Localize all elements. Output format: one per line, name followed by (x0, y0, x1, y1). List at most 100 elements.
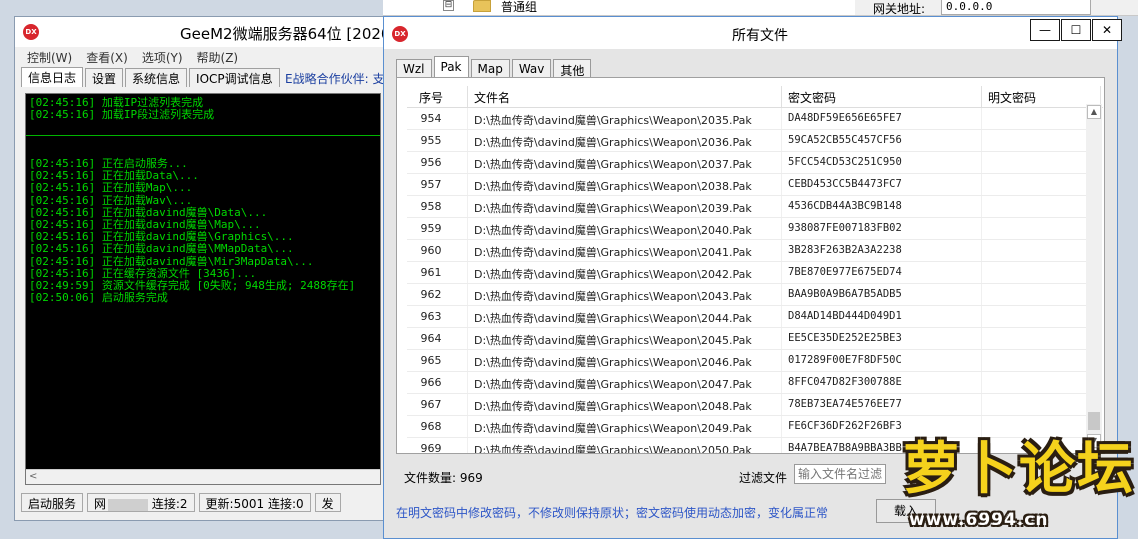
tree-expander-icon[interactable]: ⊟ (443, 0, 454, 11)
cell-plain-password[interactable] (982, 284, 1101, 305)
log-console[interactable]: [02:45:16] 加载IP过滤列表完成 [02:45:16] 加载IP段过滤列… (25, 93, 381, 485)
tab-map[interactable]: Map (470, 59, 510, 78)
cell-index: 957 (407, 174, 468, 195)
table-row[interactable]: 955 D:\热血传奇\davind魔兽\Graphics\Weapon\2036… (407, 130, 1101, 152)
maximize-button[interactable]: ☐ (1061, 19, 1091, 41)
tab-pak[interactable]: Pak (433, 56, 469, 78)
tab-system-info[interactable]: 系统信息 (125, 68, 188, 87)
console-horizontal-scrollbar[interactable]: < (26, 469, 380, 484)
cell-plain-password[interactable] (982, 108, 1101, 129)
menu-control[interactable]: 控制(W) (27, 49, 72, 66)
column-header-plain-password[interactable]: 明文密码 (982, 86, 1101, 107)
server-tabs: 信息日志 设置 系统信息 IOCP调试信息 E战略合作伙伴: 支 (15, 67, 385, 87)
cell-cipher-password: FE6CF36DF262F26BF3 (782, 416, 982, 437)
cell-filename: D:\热血传奇\davind魔兽\Graphics\Weapon\2042.Pa… (468, 262, 782, 283)
table-row[interactable]: 967 D:\热血传奇\davind魔兽\Graphics\Weapon\2048… (407, 394, 1101, 416)
cell-plain-password[interactable] (982, 196, 1101, 217)
table-vertical-scrollbar[interactable]: ▲ ▼ (1086, 104, 1102, 449)
cell-cipher-password: BAA9B0A9B6A7B5ADB5 (782, 284, 982, 305)
cell-index: 964 (407, 328, 468, 349)
background-explorer-tree: ⊟ 普通组 (383, 0, 883, 16)
filter-input[interactable] (794, 464, 886, 484)
column-header-index[interactable]: 序号 (407, 86, 468, 107)
cell-plain-password[interactable] (982, 328, 1101, 349)
gateway-status-prefix: 网 (94, 497, 107, 511)
cell-plain-password[interactable] (982, 372, 1101, 393)
partner-ad-link[interactable]: E战略合作伙伴: 支 (285, 70, 384, 87)
cell-plain-password[interactable] (982, 416, 1101, 437)
table-row[interactable]: 958 D:\热血传奇\davind魔兽\Graphics\Weapon\2039… (407, 196, 1101, 218)
table-row[interactable]: 965 D:\热血传奇\davind魔兽\Graphics\Weapon\2046… (407, 350, 1101, 372)
connection-count: 连接:2 (151, 497, 188, 511)
table-row[interactable]: 966 D:\热血传奇\davind魔兽\Graphics\Weapon\2047… (407, 372, 1101, 394)
cell-filename: D:\热血传奇\davind魔兽\Graphics\Weapon\2048.Pa… (468, 394, 782, 415)
cell-plain-password[interactable] (982, 240, 1101, 261)
table-row[interactable]: 963 D:\热血传奇\davind魔兽\Graphics\Weapon\2044… (407, 306, 1101, 328)
cell-index: 965 (407, 350, 468, 371)
password-hint-text: 在明文密码中修改密码，不修改则保持原状；密文密码使用动态加密，变化属正常 (396, 506, 829, 520)
table-row[interactable]: 960 D:\热血传奇\davind魔兽\Graphics\Weapon\2041… (407, 240, 1101, 262)
cell-plain-password[interactable] (982, 262, 1101, 283)
cell-filename: D:\热血传奇\davind魔兽\Graphics\Weapon\2038.Pa… (468, 174, 782, 195)
start-service-status[interactable]: 启动服务 (21, 493, 84, 512)
cell-plain-password[interactable] (982, 306, 1101, 327)
log-lines: [02:45:16] 加载IP过滤列表完成 [02:45:16] 加载IP段过滤列… (29, 96, 380, 304)
log-line: [02:45:16] 正在加载Wav\... (29, 193, 193, 207)
cell-plain-password[interactable] (982, 174, 1101, 195)
file-type-tabs: Wzl Pak Map Wav 其他 (396, 56, 592, 78)
gateway-address-field[interactable]: 0.0.0.0 (941, 0, 1091, 15)
scroll-left-icon[interactable]: < (29, 471, 37, 482)
table-row[interactable]: 957 D:\热血传奇\davind魔兽\Graphics\Weapon\2038… (407, 174, 1101, 196)
server-titlebar[interactable]: DX GeeM2微端服务器64位 [2020 (15, 17, 385, 47)
extra-status: 发 (314, 493, 341, 512)
cell-filename: D:\热血传奇\davind魔兽\Graphics\Weapon\2044.Pa… (468, 306, 782, 327)
menu-help[interactable]: 帮助(Z) (197, 49, 239, 66)
cell-plain-password[interactable] (982, 130, 1101, 151)
tab-wav[interactable]: Wav (511, 59, 552, 78)
table-row[interactable]: 956 D:\热血传奇\davind魔兽\Graphics\Weapon\2037… (407, 152, 1101, 174)
cell-plain-password[interactable] (982, 218, 1101, 239)
cell-cipher-password: 3B283F263B2A3A2238 (782, 240, 982, 261)
cell-index: 960 (407, 240, 468, 261)
table-row[interactable]: 959 D:\热血传奇\davind魔兽\Graphics\Weapon\2040… (407, 218, 1101, 240)
cell-plain-password[interactable] (982, 350, 1101, 371)
table-row[interactable]: 954 D:\热血传奇\davind魔兽\Graphics\Weapon\2035… (407, 108, 1101, 130)
site-watermark-logo: 萝卜论坛 www.6994.cn (895, 438, 1133, 538)
file-count-label: 文件数量: 969 (404, 471, 483, 485)
close-button[interactable]: ✕ (1092, 19, 1122, 41)
tab-wzl[interactable]: Wzl (396, 59, 432, 78)
column-header-filename[interactable]: 文件名 (468, 86, 782, 107)
log-line: [02:45:16] 正在加载Map\... (29, 181, 193, 195)
cell-plain-password[interactable] (982, 152, 1101, 173)
files-titlebar[interactable]: DX 所有文件 — ☐ ✕ (384, 17, 1122, 49)
cell-index: 962 (407, 284, 468, 305)
tab-iocp-debug[interactable]: IOCP调试信息 (189, 68, 280, 87)
cell-index: 958 (407, 196, 468, 217)
cell-index: 963 (407, 306, 468, 327)
menu-options[interactable]: 选项(Y) (142, 49, 183, 66)
table-row[interactable]: 962 D:\热血传奇\davind魔兽\Graphics\Weapon\2043… (407, 284, 1101, 306)
cell-index: 954 (407, 108, 468, 129)
table-row[interactable]: 961 D:\热血传奇\davind魔兽\Graphics\Weapon\2042… (407, 262, 1101, 284)
cell-index: 959 (407, 218, 468, 239)
scroll-up-icon[interactable]: ▲ (1087, 105, 1101, 119)
tree-folder-label[interactable]: 普通组 (501, 0, 537, 15)
minimize-button[interactable]: — (1030, 19, 1060, 41)
scrollbar-thumb[interactable] (1088, 412, 1100, 430)
cell-filename: D:\热血传奇\davind魔兽\Graphics\Weapon\2050.Pa… (468, 438, 782, 453)
background-gateway-panel: 网关地址: 0.0.0.0 (855, 0, 1138, 16)
app-logo-icon: DX (392, 26, 408, 42)
cell-cipher-password: 938087FE007183FB02 (782, 218, 982, 239)
column-header-cipher-password[interactable]: 密文密码 (782, 86, 982, 107)
tab-info-log[interactable]: 信息日志 (21, 67, 84, 87)
tab-other[interactable]: 其他 (553, 59, 592, 78)
gateway-label: 网关地址: (873, 2, 926, 16)
watermark-url: www.6994.cn (909, 510, 1049, 530)
gateway-status: 网 连接:2 (87, 493, 195, 512)
tab-settings[interactable]: 设置 (85, 68, 124, 87)
table-row[interactable]: 968 D:\热血传奇\davind魔兽\Graphics\Weapon\2049… (407, 416, 1101, 438)
cell-plain-password[interactable] (982, 394, 1101, 415)
app-logo-icon: DX (23, 24, 39, 40)
menu-view[interactable]: 查看(X) (86, 49, 128, 66)
table-row[interactable]: 964 D:\热血传奇\davind魔兽\Graphics\Weapon\2045… (407, 328, 1101, 350)
